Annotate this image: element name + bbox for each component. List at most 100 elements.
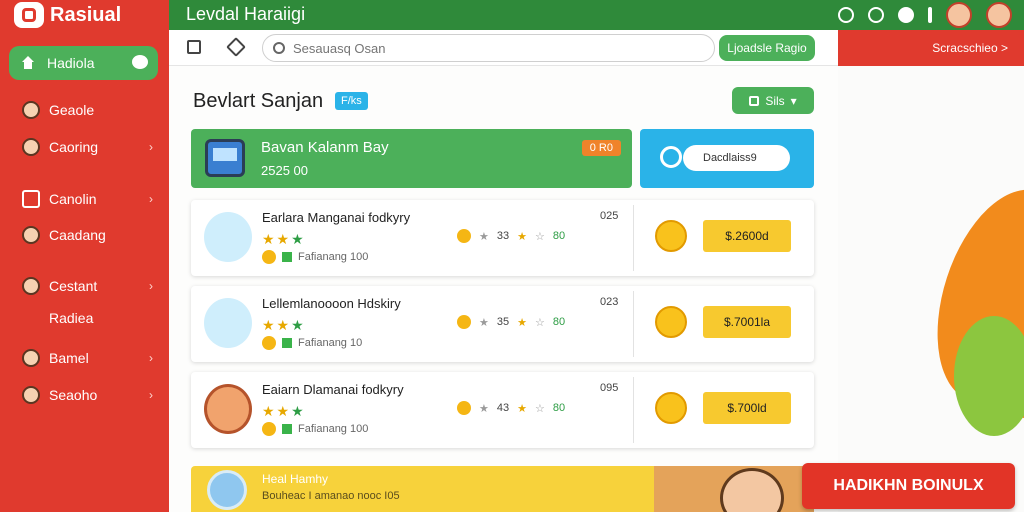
- profile-avatar[interactable]: [986, 2, 1012, 28]
- meta-text: Fafianang 100: [298, 423, 369, 435]
- green-square-icon: [282, 424, 292, 434]
- sidebar-item-seaoho[interactable]: Seaoho ›: [0, 380, 169, 410]
- promo-box: Dacdlaiss9: [640, 129, 814, 188]
- bottom-subtitle: Bouheac I amanao nooc I05: [262, 490, 400, 502]
- price-button[interactable]: $.700ld: [703, 392, 791, 424]
- window-title: Levdal Haraiigi: [186, 4, 306, 24]
- medal-icon: [655, 392, 687, 424]
- disc-icon: [207, 470, 247, 510]
- page-title: Bevlart Sanjan: [193, 90, 324, 112]
- app-logo[interactable]: Rasiual: [14, 2, 121, 28]
- logo-text: Rasiual: [50, 3, 122, 26]
- coin-icon: [262, 422, 276, 436]
- list-item[interactable]: Lellemlanoooon Hdskiry ★★★ Fafianang 10 …: [191, 286, 814, 362]
- price-button[interactable]: $.7001la: [703, 306, 791, 338]
- avatar-icon: [22, 101, 40, 119]
- divider: [633, 377, 634, 443]
- sidebar-item-cestant[interactable]: Cestant ›: [0, 271, 169, 301]
- green-square-icon: [282, 252, 292, 262]
- sidebar-item-caadang[interactable]: Caadang: [0, 220, 169, 250]
- item-meta: Fafianang 10: [262, 336, 362, 350]
- stat-b: 80: [552, 402, 566, 414]
- item-number: 025: [600, 210, 619, 222]
- star-icon: ★: [479, 402, 489, 415]
- meta-text: Fafianang 10: [298, 337, 363, 349]
- stat-b: 80: [552, 316, 566, 328]
- sidebar-item-bamel[interactable]: Bamel ›: [0, 343, 169, 373]
- info-icon[interactable]: [928, 7, 932, 23]
- search-input[interactable]: [293, 40, 673, 56]
- sidebar-item-home[interactable]: Hadiola: [9, 46, 158, 80]
- list-item[interactable]: Earlara Manganai fodkyry ★★★ Fafianang 1…: [191, 200, 814, 276]
- clock-icon[interactable]: [838, 7, 854, 23]
- search-icon: [273, 42, 285, 54]
- rating-stars: ★★★: [262, 403, 306, 419]
- sidebar-item-canolin[interactable]: Canolin ›: [0, 184, 169, 214]
- star-icon: ☆: [535, 402, 545, 415]
- banner-subtitle: 2525 00: [261, 163, 308, 178]
- coin-icon: [457, 229, 471, 243]
- divider: [633, 205, 634, 271]
- sidebar-item-caoring[interactable]: Caoring ›: [0, 132, 169, 162]
- stat-b: 80: [552, 230, 566, 242]
- right-header-link[interactable]: Scracschieo >: [838, 30, 1024, 66]
- user-avatar[interactable]: [946, 2, 972, 28]
- item-stats: ★ 33 ★ ☆ 80: [457, 229, 565, 243]
- item-number: 023: [600, 296, 619, 308]
- sidebar-item-label: Bamel: [49, 350, 89, 366]
- bottom-promo-bar[interactable]: Heal Hamhy Bouheac I amanao nooc I05: [191, 466, 814, 512]
- stat-a: 43: [496, 402, 510, 414]
- top-bar: Levdal Haraiigi: [169, 0, 1024, 30]
- sidebar-subitem-radiea[interactable]: Radiea: [0, 303, 169, 333]
- box-icon: [22, 190, 40, 208]
- green-square-icon: [282, 338, 292, 348]
- avatar-icon: [22, 349, 40, 367]
- star-icon: ☆: [535, 316, 545, 329]
- star-icon: ★: [479, 316, 489, 329]
- sidebar-item-label: Cestant: [49, 278, 98, 294]
- rating-stars: ★★★: [262, 231, 306, 247]
- rating-stars: ★★★: [262, 317, 306, 333]
- bus-icon: [205, 139, 245, 177]
- search-field[interactable]: [262, 34, 715, 62]
- box-icon: [204, 298, 252, 348]
- action-button[interactable]: Ljoadsle Ragio: [719, 35, 815, 61]
- list-item[interactable]: Eaiarn Dlamanai fodkyry ★★★ Fafianang 10…: [191, 372, 814, 448]
- star-icon: ★: [517, 230, 527, 243]
- chat-icon: [132, 55, 148, 69]
- messenger-icon[interactable]: [898, 7, 914, 23]
- medal-icon: [655, 220, 687, 252]
- clover-icon: [660, 146, 682, 168]
- promo-pill[interactable]: Dacdlaiss9: [683, 145, 790, 171]
- bonus-cta-button[interactable]: HADIKHN BOINULX: [802, 463, 1015, 509]
- person-avatar: [204, 384, 252, 434]
- sidebar-item-geaole[interactable]: Geaole: [0, 95, 169, 125]
- item-meta: Fafianang 100: [262, 250, 368, 264]
- filter-dropdown[interactable]: Sils ▾: [732, 87, 814, 114]
- chevron-down-icon: ▾: [790, 93, 797, 108]
- star-icon: ★: [517, 402, 527, 415]
- home-nav-icon[interactable]: [187, 40, 201, 54]
- sidebar-item-label: Caadang: [49, 227, 106, 243]
- title-badge: F/ks: [335, 92, 368, 110]
- featured-banner[interactable]: Bavan Kalanm Bay 2525 00 0 R0: [191, 129, 632, 188]
- home-icon: [21, 56, 35, 70]
- avatar-icon: [22, 226, 40, 244]
- sidebar: Rasiual Hadiola Geaole Caoring › Canolin…: [0, 0, 169, 512]
- divider: [633, 291, 634, 357]
- green-leaf-shape: [954, 316, 1024, 436]
- item-title: Earlara Manganai fodkyry: [262, 210, 411, 225]
- stat-a: 33: [496, 230, 510, 242]
- sidebar-item-label: Geaole: [49, 102, 95, 118]
- star-icon: ★: [479, 230, 489, 243]
- coin-icon: [457, 315, 471, 329]
- item-title: Eaiarn Dlamanai fodkyry: [262, 382, 404, 397]
- meta-text: Fafianang 100: [298, 251, 369, 263]
- item-title: Lellemlanoooon Hdskiry: [262, 296, 401, 311]
- address-bar: Ljoadsle Ragio: [169, 30, 838, 66]
- chat-bubble-icon[interactable]: [868, 7, 884, 23]
- price-button[interactable]: $.2600d: [703, 220, 791, 252]
- back-icon[interactable]: [226, 37, 246, 57]
- top-icons: [838, 2, 1012, 28]
- filter-label: Sils: [765, 93, 785, 108]
